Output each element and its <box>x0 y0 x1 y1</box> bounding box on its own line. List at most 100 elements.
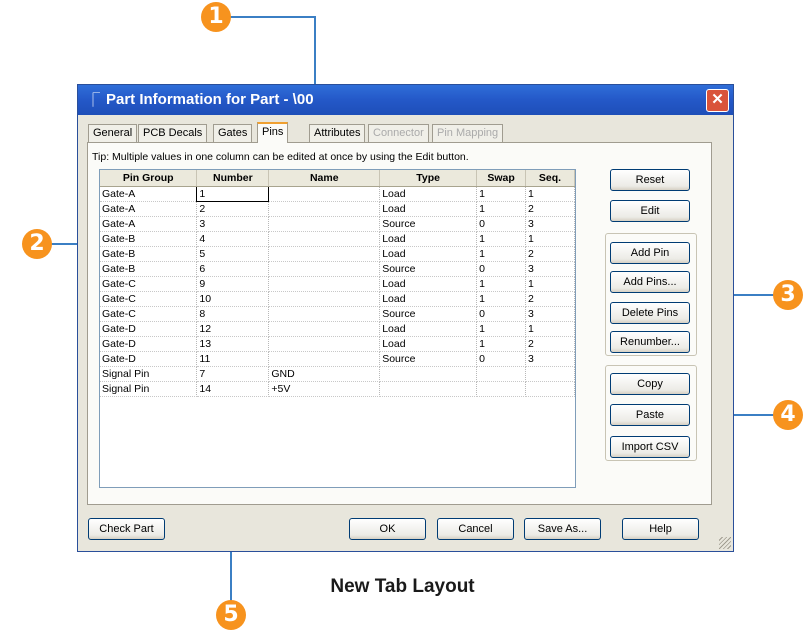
cell-swap[interactable]: 0 <box>476 306 527 322</box>
import-csv-button[interactable]: Import CSV <box>610 436 690 458</box>
cell-number[interactable]: 3 <box>196 216 270 232</box>
cell-number[interactable]: 8 <box>196 306 270 322</box>
cell-number[interactable]: 12 <box>196 321 270 337</box>
cell-pin-group[interactable]: Gate-C <box>100 291 198 307</box>
tab-pins[interactable]: Pins <box>257 122 289 143</box>
cell-seq[interactable]: 3 <box>525 351 575 367</box>
delete-pins-button[interactable]: Delete Pins <box>610 302 690 324</box>
add-pins-button[interactable]: Add Pins... <box>610 271 690 293</box>
edit-button[interactable]: Edit <box>610 200 690 222</box>
cell-type[interactable]: Load <box>379 336 478 352</box>
pins-table[interactable]: Pin Group Number Name Type Swap Seq. Gat… <box>99 169 576 488</box>
cell-pin-group[interactable]: Signal Pin <box>100 366 198 382</box>
cell-seq[interactable]: 1 <box>525 186 575 202</box>
cell-number[interactable]: 11 <box>196 351 270 367</box>
cell-number-selected[interactable]: 1 <box>196 186 270 202</box>
cell-type[interactable]: Source <box>379 351 478 367</box>
cell-seq[interactable] <box>525 366 575 382</box>
table-row[interactable]: Gate-B 5 Load 1 2 <box>100 246 575 262</box>
table-row[interactable]: Gate-D 12 Load 1 1 <box>100 321 575 337</box>
cell-number[interactable]: 13 <box>196 336 270 352</box>
ok-button[interactable]: OK <box>349 518 426 540</box>
cell-name[interactable]: GND <box>268 366 381 382</box>
cell-pin-group[interactable]: Gate-B <box>100 261 198 277</box>
table-row[interactable]: Gate-C 10 Load 1 2 <box>100 291 575 307</box>
column-header-seq[interactable]: Seq. <box>525 170 575 187</box>
resize-grip-icon[interactable] <box>719 537 731 549</box>
title-bar[interactable]: ⎾ Part Information for Part - \00 ✕ <box>78 85 733 115</box>
cell-type[interactable]: Load <box>379 321 478 337</box>
table-row[interactable]: Gate-C 8 Source 0 3 <box>100 306 575 322</box>
help-button[interactable]: Help <box>622 518 699 540</box>
cell-name[interactable] <box>268 201 381 217</box>
column-header-name[interactable]: Name <box>268 170 381 187</box>
cell-name[interactable] <box>268 216 381 232</box>
cell-name[interactable] <box>268 276 381 292</box>
cell-swap[interactable]: 0 <box>476 216 527 232</box>
cancel-button[interactable]: Cancel <box>437 518 514 540</box>
table-row[interactable]: Signal Pin 7 GND <box>100 366 575 382</box>
cell-type[interactable]: Load <box>379 291 478 307</box>
cell-pin-group[interactable]: Gate-C <box>100 306 198 322</box>
cell-name[interactable] <box>268 246 381 262</box>
cell-name[interactable] <box>268 336 381 352</box>
cell-type[interactable]: Load <box>379 186 478 202</box>
cell-pin-group[interactable]: Gate-A <box>100 201 198 217</box>
column-header-pin-group[interactable]: Pin Group <box>100 170 198 187</box>
cell-swap[interactable]: 1 <box>476 186 527 202</box>
cell-swap[interactable]: 1 <box>476 321 527 337</box>
cell-pin-group[interactable]: Gate-A <box>100 216 198 232</box>
column-header-number[interactable]: Number <box>196 170 270 187</box>
cell-pin-group[interactable]: Gate-C <box>100 276 198 292</box>
cell-pin-group[interactable]: Gate-A <box>100 186 198 202</box>
cell-type[interactable]: Load <box>379 276 478 292</box>
cell-type[interactable] <box>379 381 478 397</box>
cell-type[interactable] <box>379 366 478 382</box>
cell-seq[interactable]: 2 <box>525 246 575 262</box>
add-pin-button[interactable]: Add Pin <box>610 242 690 264</box>
tab-pcb-decals[interactable]: PCB Decals <box>138 124 208 142</box>
cell-type[interactable]: Load <box>379 246 478 262</box>
table-row[interactable]: Gate-A 3 Source 0 3 <box>100 216 575 232</box>
cell-seq[interactable]: 1 <box>525 276 575 292</box>
cell-swap[interactable]: 1 <box>476 291 527 307</box>
cell-pin-group[interactable]: Gate-D <box>100 351 198 367</box>
cell-type[interactable]: Source <box>379 306 478 322</box>
cell-swap[interactable]: 1 <box>476 231 527 247</box>
cell-name[interactable] <box>268 261 381 277</box>
cell-swap[interactable]: 1 <box>476 246 527 262</box>
cell-number[interactable]: 7 <box>196 366 270 382</box>
cell-seq[interactable]: 2 <box>525 201 575 217</box>
cell-seq[interactable]: 1 <box>525 231 575 247</box>
close-button[interactable]: ✕ <box>706 89 729 112</box>
cell-name[interactable] <box>268 231 381 247</box>
cell-number[interactable]: 9 <box>196 276 270 292</box>
tab-general[interactable]: General <box>88 124 138 142</box>
copy-button[interactable]: Copy <box>610 373 690 395</box>
cell-number[interactable]: 14 <box>196 381 270 397</box>
cell-swap[interactable]: 0 <box>476 351 527 367</box>
table-row[interactable]: Gate-A 2 Load 1 2 <box>100 201 575 217</box>
cell-pin-group[interactable]: Signal Pin <box>100 381 198 397</box>
table-row[interactable]: Gate-C 9 Load 1 1 <box>100 276 575 292</box>
cell-type[interactable]: Source <box>379 216 478 232</box>
column-header-swap[interactable]: Swap <box>476 170 527 187</box>
cell-seq[interactable] <box>525 381 575 397</box>
cell-number[interactable]: 5 <box>196 246 270 262</box>
column-header-type[interactable]: Type <box>379 170 478 187</box>
table-row[interactable]: Signal Pin 14 +5V <box>100 381 575 397</box>
cell-swap[interactable]: 1 <box>476 336 527 352</box>
table-row[interactable]: Gate-D 11 Source 0 3 <box>100 351 575 367</box>
cell-name[interactable] <box>268 291 381 307</box>
cell-type[interactable]: Source <box>379 261 478 277</box>
cell-swap[interactable]: 1 <box>476 201 527 217</box>
cell-swap[interactable]: 0 <box>476 261 527 277</box>
cell-name[interactable] <box>268 321 381 337</box>
cell-pin-group[interactable]: Gate-D <box>100 336 198 352</box>
cell-number[interactable]: 2 <box>196 201 270 217</box>
cell-swap[interactable]: 1 <box>476 276 527 292</box>
cell-seq[interactable]: 3 <box>525 216 575 232</box>
cell-name[interactable] <box>268 351 381 367</box>
cell-swap[interactable] <box>476 366 527 382</box>
cell-name[interactable] <box>268 186 381 202</box>
